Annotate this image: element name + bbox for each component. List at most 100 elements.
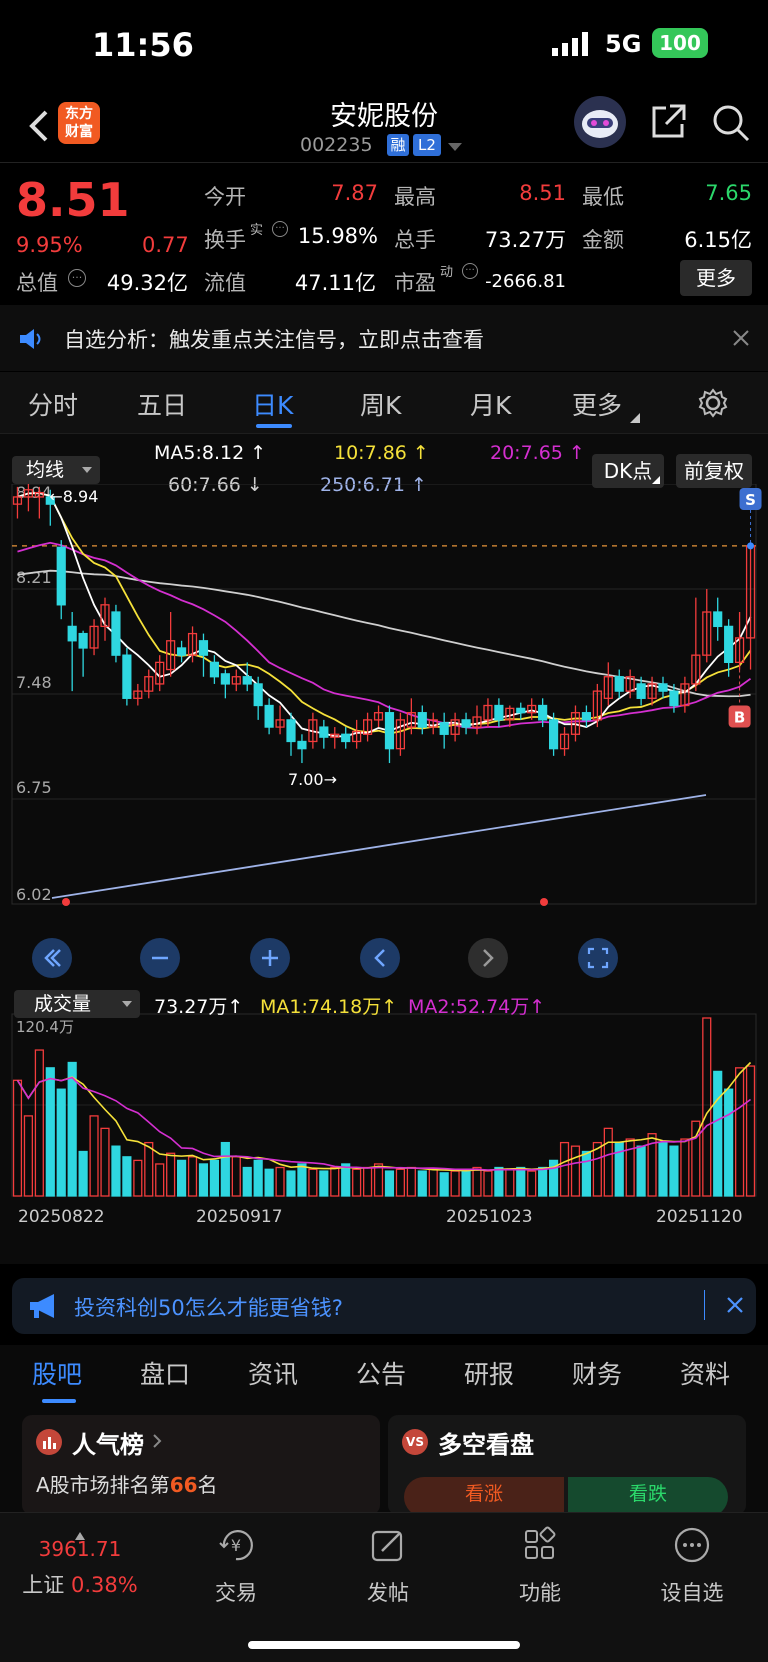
index-ticker[interactable]: 3961.71 上证 0.38% <box>20 1525 140 1599</box>
stock-code: 002235 <box>300 134 373 156</box>
volume-bar <box>745 1065 756 1197</box>
candle-body <box>658 683 668 692</box>
volume-bar <box>527 1170 537 1197</box>
tab-monthly-k[interactable]: 月K <box>470 386 511 422</box>
info-icon[interactable]: ··· <box>462 263 478 279</box>
tab-announcements[interactable]: 公告 <box>356 1355 406 1391</box>
tab-order-book[interactable]: 盘口 <box>140 1355 190 1391</box>
nav-functions-label: 功能 <box>519 1581 561 1605</box>
volume-bar <box>702 1017 712 1197</box>
sell-signal-label: S <box>745 491 756 509</box>
settings-gear-icon[interactable] <box>698 388 728 422</box>
bottom-nav: 3961.71 上证 0.38% ¥ 交易 发帖 功能 设自选 <box>0 1512 768 1662</box>
search-icon[interactable] <box>710 102 752 144</box>
zoom-in-button[interactable] <box>250 938 290 978</box>
bull-button[interactable]: 看涨 <box>404 1477 564 1517</box>
close-icon[interactable] <box>726 1296 744 1318</box>
scroll-left-button[interactable] <box>360 938 400 978</box>
volume-bar <box>734 1067 745 1197</box>
kline-chart-area[interactable]: 均线 MA5:8.12 ↑ 10:7.86 ↑ 20:7.65 ↑ 60:7.6… <box>0 434 768 1264</box>
rank-number: 66 <box>169 1473 198 1497</box>
chevron-down-icon[interactable] <box>448 138 462 157</box>
candle-body <box>614 676 624 692</box>
volume-bar <box>658 1141 668 1197</box>
popularity-card[interactable]: 人气榜 A股市场排名第66名 <box>22 1415 380 1515</box>
volume-selector-label: 成交量 <box>34 993 92 1015</box>
ma5-legend: MA5:8.12 ↑ <box>154 442 267 464</box>
candle-body <box>297 740 307 750</box>
tab-five-day[interactable]: 五日 <box>137 386 187 422</box>
volume-bar <box>483 1170 493 1197</box>
bull-bear-title: 多空看盘 <box>438 1431 534 1459</box>
more-button[interactable]: 更多 <box>680 260 752 296</box>
volume-bar <box>231 1156 241 1197</box>
tab-research[interactable]: 研报 <box>464 1355 514 1391</box>
start-marker-dot <box>62 898 70 906</box>
turnover-value: 15.98% <box>297 224 378 248</box>
ad-banner[interactable]: 投资科创50怎么才能更省钱? <box>12 1278 756 1334</box>
volume-label: 总手 <box>394 228 436 252</box>
dk-point-button[interactable]: DK点 <box>592 454 664 488</box>
candle-body <box>56 546 66 606</box>
index-pct: 0.38% <box>70 1573 138 1597</box>
volume-bar <box>308 1168 318 1197</box>
ma-selector[interactable]: 均线 <box>12 456 100 484</box>
tab-profile[interactable]: 资料 <box>680 1355 730 1391</box>
close-icon[interactable] <box>732 329 750 351</box>
info-tabs: 股吧 盘口 资讯 公告 研报 财务 资料 <box>0 1345 768 1407</box>
ma2-value: MA2:52.74万 <box>408 996 530 1018</box>
volume-bar <box>34 1049 44 1197</box>
volume-bar <box>23 1115 34 1197</box>
rewind-button[interactable] <box>32 938 72 978</box>
tab-more[interactable]: 更多 <box>572 386 622 422</box>
ad-text: 投资科创50怎么才能更省钱? <box>74 1296 343 1320</box>
bear-button[interactable]: 看跌 <box>568 1477 728 1517</box>
tab-forum[interactable]: 股吧 <box>32 1355 82 1391</box>
volume-bar <box>155 1163 165 1197</box>
volume-bar <box>275 1166 285 1197</box>
tab-news[interactable]: 资讯 <box>248 1355 298 1391</box>
ma1-value: MA1:74.18万 <box>260 996 382 1018</box>
volume-bar <box>78 1150 88 1197</box>
zoom-out-button[interactable] <box>140 938 180 978</box>
forward-adjust-button[interactable]: 前复权 <box>676 454 752 488</box>
bull-label: 看涨 <box>464 1483 503 1505</box>
info-icon[interactable]: ··· <box>68 269 86 287</box>
change-percent: 9.95% <box>16 233 83 257</box>
volume-bar <box>209 1159 220 1197</box>
active-tab-indicator <box>42 1399 76 1403</box>
network-label: 5G <box>605 30 642 58</box>
nav-add-watchlist[interactable]: 设自选 <box>632 1525 752 1607</box>
volume-bar <box>472 1166 482 1197</box>
ad-divider <box>704 1290 705 1320</box>
candle-body <box>538 704 548 721</box>
candle-body <box>319 726 329 738</box>
volume-selector[interactable]: 成交量 <box>14 990 140 1018</box>
candle-body <box>461 719 471 728</box>
scroll-right-button[interactable] <box>468 938 508 978</box>
pe-label: 市盈 <box>394 271 436 295</box>
tab-finance[interactable]: 财务 <box>572 1355 622 1391</box>
robot-avatar-icon[interactable] <box>574 96 626 148</box>
bull-bear-card[interactable]: VS 多空看盘 看涨 看跌 <box>388 1415 746 1517</box>
low-label: 最低 <box>582 185 624 209</box>
info-icon[interactable]: ··· <box>272 221 288 237</box>
tab-intraday[interactable]: 分时 <box>28 386 78 422</box>
volume-bar <box>297 1163 307 1197</box>
volume-bar <box>603 1127 613 1197</box>
low-value: 7.65 <box>705 181 752 205</box>
candle-body <box>724 625 734 664</box>
tab-daily-k[interactable]: 日K <box>252 386 293 422</box>
candle-body <box>67 625 77 642</box>
notice-bar[interactable]: 自选分析：触发重点关注信号，立即点击查看 <box>0 305 768 371</box>
turnover-label: 换手 <box>204 228 246 252</box>
nav-trade[interactable]: ¥ 交易 <box>176 1525 296 1607</box>
kline-svg[interactable]: 8.948.217.486.756.02←8.947.00→SB120.4万20… <box>0 484 768 1264</box>
fullscreen-button[interactable] <box>578 938 618 978</box>
tab-weekly-k[interactable]: 周K <box>360 386 401 422</box>
nav-functions[interactable]: 功能 <box>480 1525 600 1607</box>
nav-post[interactable]: 发帖 <box>328 1525 448 1607</box>
share-icon[interactable] <box>648 102 688 142</box>
chevron-down-icon <box>82 467 92 473</box>
amount-value: 6.15亿 <box>684 228 752 252</box>
